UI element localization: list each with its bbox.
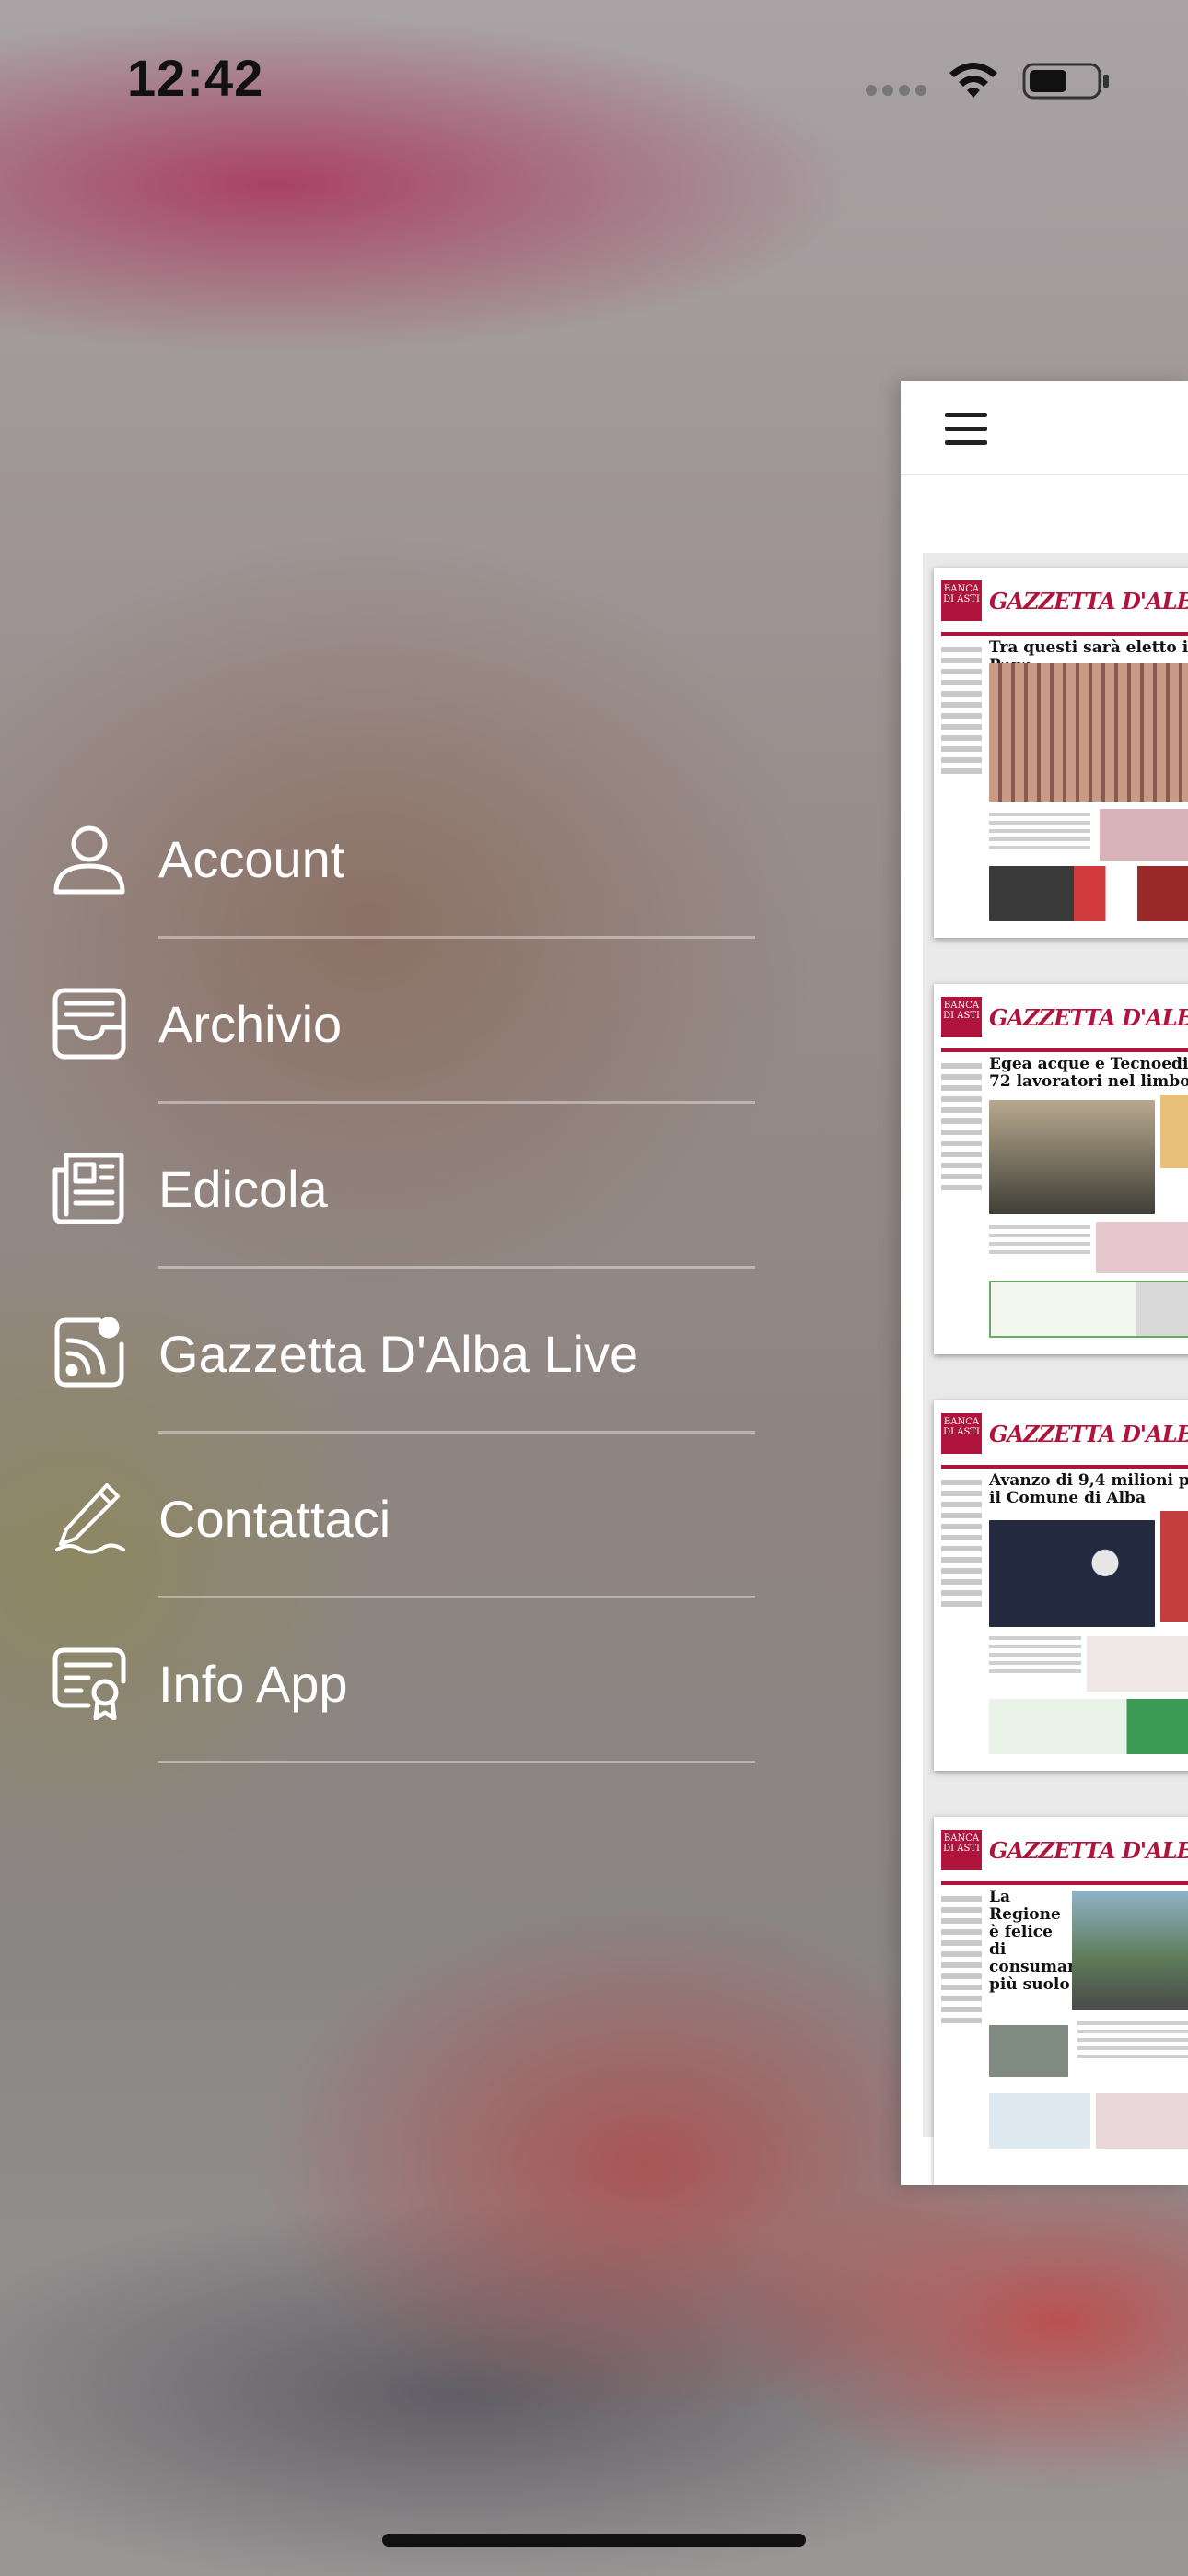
issue-bank-logo: BANCA DI ASTI (941, 997, 982, 1037)
issue-sidebar (941, 1891, 982, 2167)
issue-photo (989, 1281, 1188, 1338)
issue-photo (989, 2093, 1090, 2149)
side-menu: Account Archivio Edicola Gazzetta D'Alba… (0, 802, 755, 1791)
menu-item-account[interactable]: Account (0, 802, 755, 966)
menu-item-edicola[interactable]: Edicola (0, 1131, 755, 1296)
issue-sidebar (941, 1474, 982, 1751)
issue-cover[interactable]: BANCA DI ASTI GAZZETTA D'ALBA Avanzo di … (934, 1400, 1188, 1771)
issue-bank-logo: BANCA DI ASTI (941, 1830, 982, 1870)
archive-tray-icon (52, 988, 126, 1060)
issue-logo: GAZZETTA D'ALBA (989, 1003, 1188, 1031)
issue-text (1077, 2021, 1188, 2063)
status-bar: 12:42 (0, 0, 1188, 157)
pencil-icon (55, 1483, 125, 1554)
issue-masthead: BANCA DI ASTI GAZZETTA D'ALBA (941, 1408, 1188, 1459)
issue-cover[interactable]: BANCA DI ASTI GAZZETTA D'ALBA La Regione… (934, 1817, 1188, 2185)
status-time: 12:42 (127, 49, 264, 107)
preview-header (901, 381, 1188, 475)
newspaper-icon (52, 1153, 124, 1224)
issue-cover[interactable]: BANCA DI ASTI GAZZETTA D'ALBA Tra questi… (934, 568, 1188, 938)
issue-cover[interactable]: BANCA DI ASTI GAZZETTA D'ALBA Egea acque… (934, 984, 1188, 1354)
menu-divider (158, 1266, 755, 1269)
user-icon (53, 825, 125, 895)
issue-photo (1100, 809, 1188, 861)
issue-text (989, 1225, 1090, 1259)
issue-sidebar (941, 641, 982, 918)
issue-photo (1160, 1511, 1188, 1622)
issue-headline: Avanzo di 9,4 milioni per il Comune di A… (989, 1471, 1188, 1507)
issue-text (989, 1636, 1081, 1678)
issue-text (989, 813, 1090, 854)
issue-photo (1087, 1636, 1188, 1692)
cellular-signal-icon (866, 85, 930, 98)
menu-item-gazzetta-live[interactable]: Gazzetta D'Alba Live (0, 1296, 755, 1461)
info-certificate-icon (52, 1647, 126, 1720)
menu-divider (158, 1761, 755, 1763)
issue-logo: GAZZETTA D'ALBA (989, 1420, 1188, 1447)
menu-item-contattaci[interactable]: Contattaci (0, 1461, 755, 1626)
issue-list: BANCA DI ASTI GAZZETTA D'ALBA Tra questi… (923, 553, 1188, 2185)
issue-logo: GAZZETTA D'ALBA (989, 1836, 1188, 1864)
issue-masthead: BANCA DI ASTI GAZZETTA D'ALBA (941, 991, 1188, 1043)
issue-rule (941, 1048, 1188, 1052)
issue-logo: GAZZETTA D'ALBA (989, 587, 1188, 615)
menu-label-gazzetta-live: Gazzetta D'Alba Live (158, 1325, 639, 1383)
menu-label-account: Account (158, 830, 345, 888)
battery-icon (1022, 63, 1109, 100)
issue-photo (989, 2025, 1068, 2077)
menu-item-info-app[interactable]: Info App (0, 1626, 755, 1791)
menu-label-archivio: Archivio (158, 995, 343, 1053)
menu-divider (158, 1101, 755, 1104)
menu-label-contattaci: Contattaci (158, 1490, 391, 1548)
issue-photo (989, 1520, 1155, 1627)
live-feed-icon (54, 1317, 124, 1388)
issue-headline: Egea acque e Tecnoedil: 72 lavoratori ne… (989, 1055, 1188, 1091)
issue-masthead: BANCA DI ASTI GAZZETTA D'ALBA (941, 575, 1188, 626)
issue-rule (941, 632, 1188, 636)
issue-masthead: BANCA DI ASTI GAZZETTA D'ALBA (941, 1824, 1188, 1876)
issue-photo (1072, 1891, 1188, 2010)
issue-rule (941, 1465, 1188, 1469)
menu-divider (158, 936, 755, 939)
issue-bank-logo: BANCA DI ASTI (941, 580, 982, 621)
issue-photo (989, 866, 1188, 921)
issue-photo (1096, 1222, 1188, 1273)
menu-divider (158, 1431, 755, 1434)
main-screen-preview[interactable]: BANCA DI ASTI GAZZETTA D'ALBA Tra questi… (901, 381, 1188, 2185)
wifi-icon (949, 63, 997, 98)
menu-item-archivio[interactable]: Archivio (0, 966, 755, 1131)
issue-headline: La Regione è felice di consumare più suo… (989, 1888, 1086, 1994)
menu-label-edicola: Edicola (158, 1160, 328, 1218)
menu-label-info-app: Info App (158, 1655, 348, 1713)
issue-photo (989, 1699, 1188, 1754)
issue-photo (989, 663, 1188, 802)
hamburger-icon[interactable] (945, 411, 991, 448)
issue-photo (1160, 1095, 1188, 1168)
issue-sidebar (941, 1058, 982, 1334)
home-indicator[interactable] (382, 2534, 806, 2547)
issue-bank-logo: BANCA DI ASTI (941, 1413, 982, 1454)
issue-photo (989, 1100, 1155, 1214)
menu-divider (158, 1596, 755, 1598)
issue-photo (1096, 2093, 1188, 2149)
issue-rule (941, 1881, 1188, 1885)
